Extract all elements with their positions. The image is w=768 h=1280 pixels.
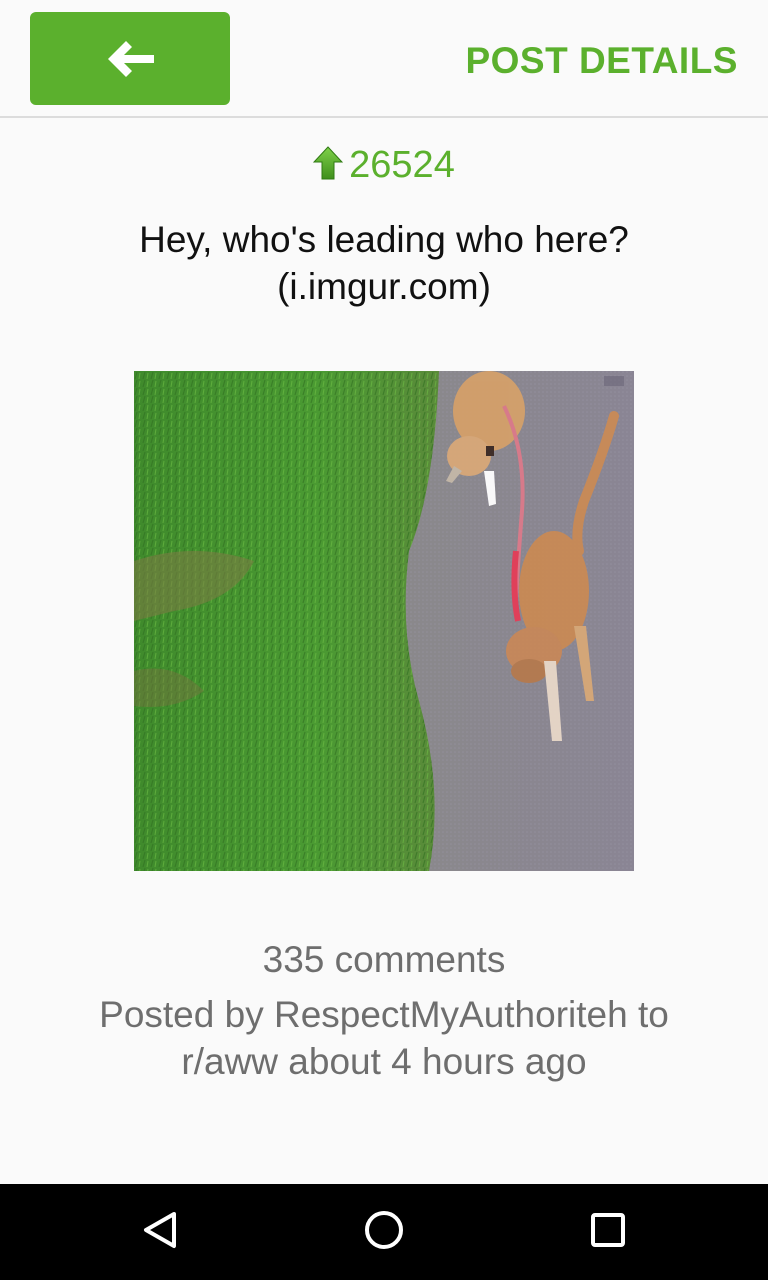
post-title[interactable]: Hey, who's leading who here? (i.imgur.co… xyxy=(60,216,708,310)
score-value: 26524 xyxy=(349,144,455,186)
back-button[interactable] xyxy=(30,12,230,105)
upvote-arrow-icon[interactable] xyxy=(313,145,344,185)
nav-home-circle-icon xyxy=(363,1209,405,1256)
nav-recents-square-icon xyxy=(588,1210,628,1255)
nav-back-button[interactable] xyxy=(136,1208,184,1256)
nav-home-button[interactable] xyxy=(360,1208,408,1256)
nav-back-triangle-icon xyxy=(140,1210,180,1255)
score-row: 26524 xyxy=(0,140,768,190)
post-image[interactable] xyxy=(134,371,634,871)
comment-count[interactable]: 335 comments xyxy=(0,936,768,984)
top-toolbar: POST DETAILS xyxy=(0,0,768,118)
system-nav-bar xyxy=(0,1184,768,1280)
post-meta: Posted by RespectMyAuthoriteh to r/aww a… xyxy=(99,994,669,1082)
post-details-screen: POST DETAILS 26524 Hey, who's leading wh… xyxy=(0,0,768,1280)
nav-recents-button[interactable] xyxy=(584,1208,632,1256)
arrow-left-icon xyxy=(104,39,156,79)
screen-title: POST DETAILS xyxy=(465,40,738,81)
